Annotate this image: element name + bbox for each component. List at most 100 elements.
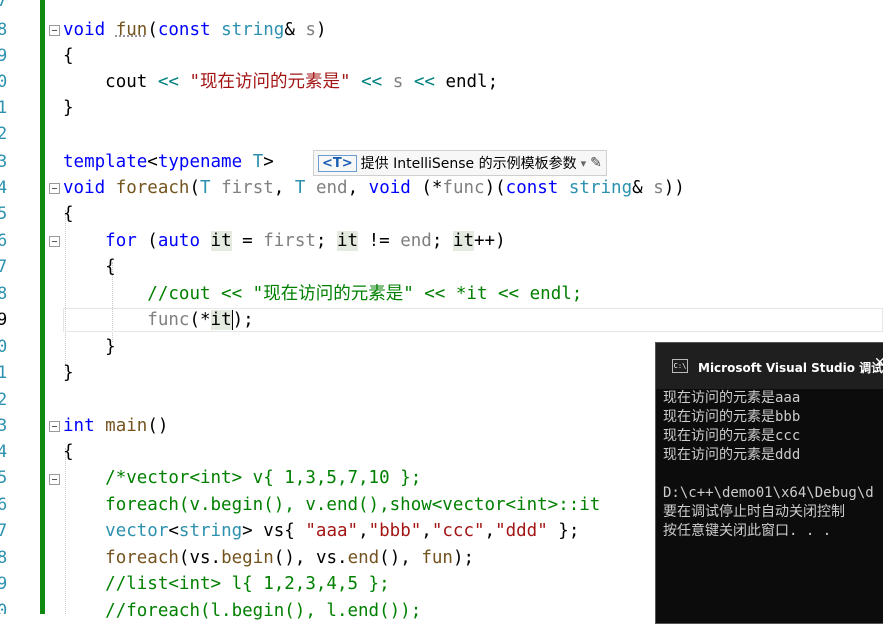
- punct: (: [136, 231, 158, 251]
- code-line: template<typename T>: [63, 149, 274, 175]
- console-line: 现在访问的元素是aaa: [663, 390, 801, 406]
- line-number-gutter: 7 8 9 0 1 2 3 4 5 6 7 8 9 0 1 2 3 4 5 6 …: [0, 0, 14, 614]
- punct: (): [147, 416, 169, 436]
- line-number: 8: [0, 548, 8, 568]
- chevron-down-icon[interactable]: ▾: [581, 157, 587, 170]
- line-number: 3: [0, 416, 8, 436]
- console-line: 按任意键关闭此窗口. . .: [663, 523, 832, 539]
- code-line: foreach(v.begin(), v.end(),show<vector<i…: [63, 492, 600, 518]
- code-line: //foreach(l.begin(), l.end());: [63, 598, 421, 624]
- punct: ): [315, 20, 327, 40]
- function-name[interactable]: fun: [421, 548, 453, 568]
- identifier[interactable]: vs: [189, 548, 210, 568]
- variable-highlight[interactable]: it: [337, 231, 359, 251]
- intellisense-template-bar[interactable]: <T> 提供 IntelliSense 的示例模板参数 ▾ ✎: [313, 150, 607, 176]
- change-tracking-bar: [40, 0, 45, 614]
- function-name[interactable]: foreach: [116, 178, 190, 198]
- console-line: 现在访问的元素是ddd: [663, 447, 801, 463]
- line-number: 5: [0, 468, 8, 488]
- console-app-icon: C:\: [672, 359, 688, 373]
- collapse-icon[interactable]: [49, 421, 60, 432]
- param[interactable]: end: [400, 231, 432, 251]
- line-number: 3: [0, 152, 8, 172]
- close-icon[interactable]: ✕: [874, 355, 883, 371]
- param[interactable]: end: [316, 178, 348, 198]
- template-param[interactable]: T: [253, 152, 264, 172]
- code-line: {: [63, 442, 74, 462]
- code-line: {: [63, 254, 116, 280]
- punct: );: [232, 310, 254, 330]
- keyword: template: [63, 152, 148, 172]
- identifier[interactable]: endl: [445, 72, 487, 92]
- collapse-icon[interactable]: [49, 183, 60, 194]
- type-name[interactable]: string: [179, 521, 242, 541]
- line-number: 0: [0, 337, 8, 357]
- code-line: cout << "现在访问的元素是" << s << endl;: [63, 69, 498, 95]
- type-name[interactable]: string: [569, 178, 632, 198]
- brace: }: [105, 337, 116, 357]
- identifier[interactable]: vs: [316, 548, 337, 568]
- variable-highlight[interactable]: it: [452, 231, 474, 251]
- function-name[interactable]: end: [348, 548, 380, 568]
- console-output: 现在访问的元素是aaa 现在访问的元素是bbb 现在访问的元素是ccc 现在访问的元素…: [663, 389, 874, 541]
- variable-highlight[interactable]: it: [210, 310, 233, 330]
- punct: ,: [347, 178, 369, 198]
- line-number: 8: [0, 20, 8, 40]
- param[interactable]: s: [305, 20, 316, 40]
- punct: (),: [273, 548, 316, 568]
- collapse-icon[interactable]: [49, 236, 60, 247]
- line-number: 0: [0, 72, 8, 92]
- code-line: /*vector<int> v{ 1,3,5,7,10 };: [63, 465, 421, 491]
- param[interactable]: func: [442, 178, 484, 198]
- punct: (: [147, 20, 158, 40]
- code-line: {: [63, 204, 74, 224]
- function-name[interactable]: fun: [116, 20, 148, 40]
- line-number: 1: [0, 98, 8, 118]
- identifier[interactable]: vs{: [253, 521, 306, 541]
- collapse-icon[interactable]: [49, 25, 60, 36]
- collapse-icon[interactable]: [49, 474, 60, 485]
- identifier[interactable]: cout: [105, 72, 147, 92]
- punct: ,: [484, 521, 496, 541]
- line-number: 7: [0, 0, 8, 11]
- pencil-icon[interactable]: ✎: [590, 155, 602, 171]
- param[interactable]: s: [653, 178, 664, 198]
- template-param[interactable]: T: [295, 178, 306, 198]
- line-number: 0: [0, 601, 8, 614]
- line-number: 9: [0, 574, 8, 594]
- punct: ,: [273, 178, 295, 198]
- punct: ;: [431, 231, 453, 251]
- console-line: D:\c++\demo01\x64\Debug\d: [663, 485, 874, 501]
- code-line: void fun(const string& s): [63, 17, 326, 43]
- comment: //list<int> l{ 1,2,3,4,5 };: [105, 574, 390, 594]
- string-literal: "ccc": [431, 521, 485, 541]
- console-line: 现在访问的元素是bbb: [663, 409, 801, 425]
- line-number: 9: [0, 46, 8, 66]
- operator: <<: [361, 72, 383, 92]
- param[interactable]: first: [263, 231, 316, 251]
- function-name[interactable]: foreach: [105, 548, 179, 568]
- keyword: const: [505, 178, 559, 198]
- template-param[interactable]: T: [200, 178, 211, 198]
- code-line: int main(): [63, 413, 168, 439]
- function-name[interactable]: begin: [221, 548, 274, 568]
- line-number: 7: [0, 257, 8, 277]
- punct: .: [337, 548, 348, 568]
- comment: //foreach(l.begin(), l.end());: [105, 601, 422, 621]
- function-name[interactable]: main: [105, 416, 147, 436]
- debug-console-window[interactable]: C:\ Microsoft Visual Studio 调试控 ✕ 现在访问的元…: [655, 342, 883, 624]
- variable-highlight[interactable]: it: [210, 231, 232, 251]
- type-name[interactable]: vector: [105, 521, 168, 541]
- console-titlebar[interactable]: C:\ Microsoft Visual Studio 调试控 ✕: [656, 343, 883, 389]
- punct: );: [452, 548, 475, 568]
- type-name[interactable]: string: [221, 20, 284, 40]
- param[interactable]: s: [393, 72, 404, 92]
- param[interactable]: func: [147, 310, 189, 330]
- punct: !=: [358, 231, 401, 251]
- line-number: 8: [0, 284, 8, 304]
- code-line: }: [63, 334, 116, 360]
- console-line: 要在调试停止时自动关闭控制: [663, 504, 845, 520]
- comment: /*vector<int> v{ 1,3,5,7,10 };: [105, 468, 422, 488]
- console-line: 现在访问的元素是ccc: [663, 428, 801, 444]
- param[interactable]: first: [221, 178, 274, 198]
